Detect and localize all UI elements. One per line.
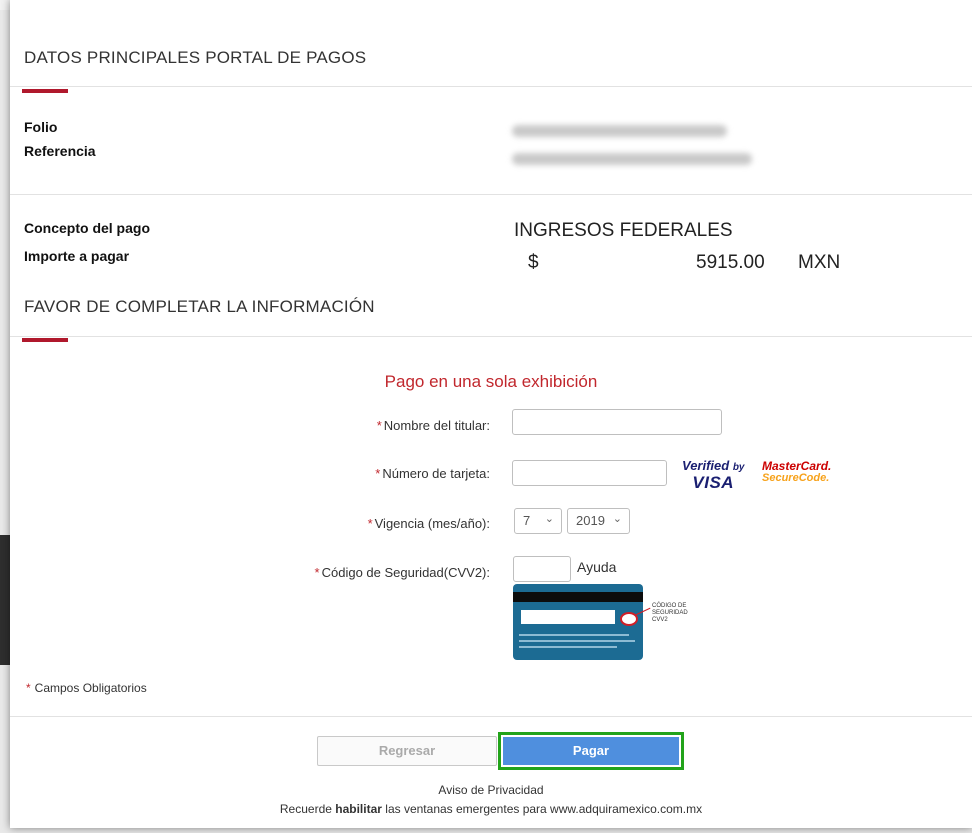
- vigencia-label: * Vigencia (mes/año):: [368, 516, 490, 531]
- card-fine-print: [519, 640, 635, 642]
- required-mark: *: [367, 516, 373, 531]
- tarjeta-label-text: Número de tarjeta:: [382, 466, 490, 481]
- mastercard-text: MasterCard.: [762, 459, 832, 473]
- required-fields-note: * Campos Obligatorios: [26, 681, 147, 695]
- cvv-callout-text: CÓDIGO DE SEGURIDAD CVV2: [652, 603, 688, 623]
- verified-text: Verified: [682, 458, 730, 473]
- vigencia-label-text: Vigencia (mes/año):: [374, 516, 490, 531]
- card-magnetic-stripe: [513, 592, 643, 602]
- expiry-month-select[interactable]: 7 ⌄: [514, 508, 562, 534]
- cvv-card-illustration: [513, 584, 643, 660]
- currency-symbol: $: [528, 252, 539, 273]
- payment-portal-panel: DATOS PRINCIPALES PORTAL DE PAGOS Folio …: [10, 0, 972, 828]
- chevron-down-icon: ⌄: [612, 513, 622, 525]
- form-section-title: FAVOR DE COMPLETAR LA INFORMACIÓN: [24, 297, 375, 316]
- cvv-label: * Código de Seguridad(CVV2):: [315, 565, 490, 580]
- folio-label: Folio: [24, 119, 58, 135]
- cardholder-name-input[interactable]: [512, 409, 722, 435]
- expiry-year-value: 2019: [576, 513, 605, 528]
- required-mark: *: [26, 681, 31, 695]
- titular-label-text: Nombre del titular:: [383, 418, 490, 433]
- referencia-label: Referencia: [24, 143, 96, 159]
- back-button[interactable]: Regresar: [317, 736, 497, 766]
- pay-button-highlight: Pagar: [498, 732, 684, 770]
- popup-reminder: Recuerde habilitar las ventanas emergent…: [10, 802, 972, 816]
- cvv-input[interactable]: [513, 556, 571, 582]
- divider: [10, 336, 972, 337]
- verified-by-visa-logo: Verified by VISA: [682, 458, 745, 492]
- currency-code: MXN: [798, 252, 841, 273]
- card-signature-strip: [521, 610, 615, 624]
- divider: [10, 86, 972, 87]
- card-fine-print: [519, 646, 617, 648]
- folio-value-redacted: [512, 125, 727, 137]
- main-section-accent-bar: [22, 89, 68, 93]
- verified-by-text: by: [732, 462, 745, 473]
- required-mark: *: [314, 565, 320, 580]
- required-mark: *: [376, 418, 382, 433]
- main-section-title: DATOS PRINCIPALES PORTAL DE PAGOS: [24, 48, 367, 67]
- expiry-year-select[interactable]: 2019 ⌄: [567, 508, 630, 534]
- titular-label: * Nombre del titular:: [377, 418, 490, 433]
- tarjeta-label: * Número de tarjeta:: [375, 466, 490, 481]
- referencia-value-redacted: [512, 153, 752, 165]
- required-fields-text: Campos Obligatorios: [34, 681, 147, 695]
- payment-mode-title: Pago en una sola exhibición: [384, 372, 598, 391]
- card-fine-print: [519, 634, 629, 636]
- popup-text-bold: habilitar: [335, 802, 382, 816]
- importe-label: Importe a pagar: [24, 248, 130, 264]
- help-link[interactable]: Ayuda: [577, 559, 616, 575]
- expiry-month-value: 7: [523, 513, 531, 528]
- card-number-input[interactable]: [512, 460, 667, 486]
- mastercard-securecode-logo: MasterCard. SecureCode.: [762, 460, 831, 484]
- divider: [10, 194, 972, 195]
- popup-text-before: Recuerde: [279, 802, 336, 816]
- chevron-down-icon: ⌄: [544, 513, 554, 525]
- visa-text: VISA: [692, 473, 735, 492]
- concepto-label: Concepto del pago: [24, 220, 150, 236]
- securecode-text: SecureCode.: [762, 472, 830, 484]
- concepto-value: INGRESOS FEDERALES: [514, 220, 733, 241]
- form-section-accent-bar: [22, 338, 68, 342]
- required-mark: *: [375, 466, 381, 481]
- popup-text-after: las ventanas emergentes para www.adquira…: [381, 802, 703, 816]
- divider: [10, 716, 972, 717]
- pay-button[interactable]: Pagar: [503, 737, 679, 765]
- cvv-label-text: Código de Seguridad(CVV2):: [321, 565, 490, 580]
- amount-value: 5915.00: [696, 252, 765, 273]
- privacy-link[interactable]: Aviso de Privacidad: [10, 783, 972, 797]
